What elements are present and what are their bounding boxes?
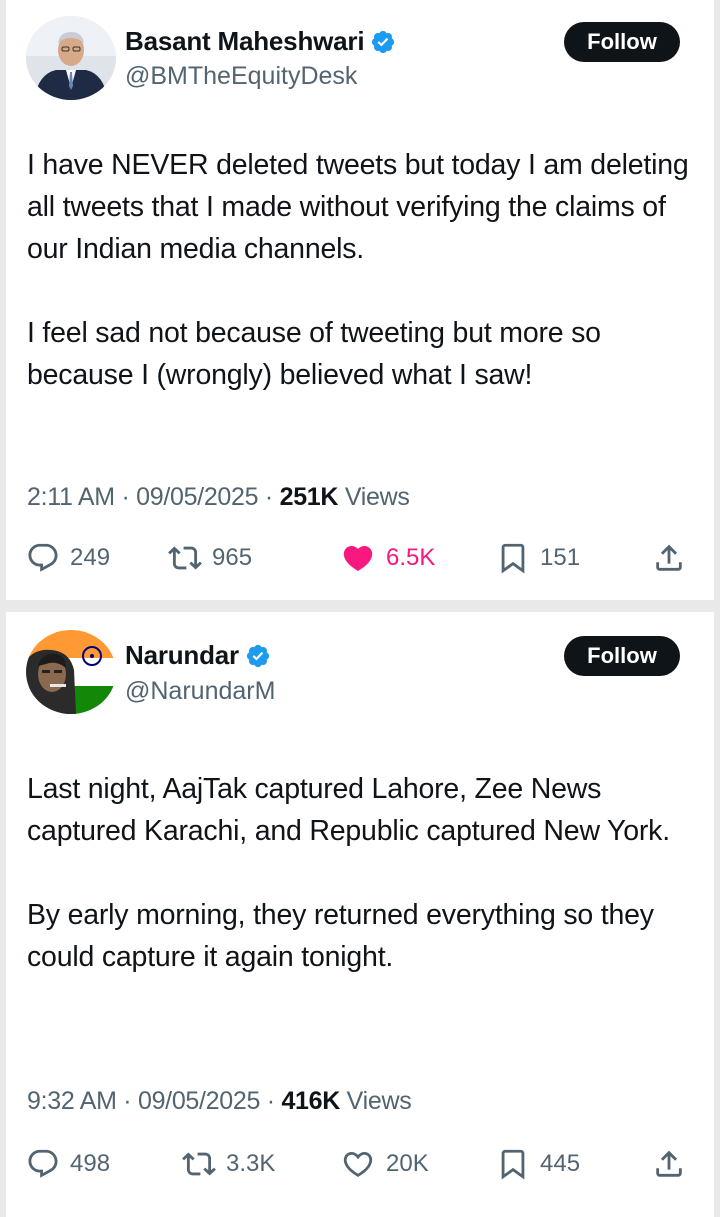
- meta-separator: ·: [121, 483, 130, 511]
- tweet-meta: 2:11 AM · 09/05/2025 · 251K Views: [27, 483, 410, 512]
- author-name[interactable]: Basant Maheshwari: [125, 26, 365, 57]
- share-icon: [652, 1147, 686, 1181]
- like-icon: [340, 541, 376, 575]
- retweet-button[interactable]: 3.3K: [182, 1142, 275, 1186]
- bookmark-button[interactable]: 445: [496, 1142, 580, 1186]
- tweet-text: I have NEVER deleted tweets but today I …: [27, 144, 707, 396]
- tweet-date[interactable]: 09/05/2025: [136, 483, 258, 511]
- retweet-count: 3.3K: [226, 1150, 276, 1177]
- like-count: 20K: [386, 1150, 429, 1177]
- author-row: Basant Maheshwari: [125, 26, 396, 57]
- tweet-meta: 9:32 AM · 09/05/2025 · 416K Views: [27, 1087, 412, 1116]
- meta-separator: ·: [266, 1087, 275, 1115]
- like-icon: [340, 1147, 376, 1181]
- author-row: Narundar: [125, 640, 271, 671]
- reply-button[interactable]: 249: [26, 536, 110, 580]
- tweet-date[interactable]: 09/05/2025: [138, 1087, 260, 1115]
- tweet-time[interactable]: 9:32 AM: [27, 1087, 117, 1115]
- bookmark-icon: [496, 541, 530, 575]
- avatar[interactable]: [26, 630, 116, 714]
- views-label: Views: [344, 483, 410, 511]
- avatar[interactable]: [26, 16, 116, 100]
- reply-icon: [26, 541, 60, 575]
- tweet-card: Narundar @NarundarM Follow Last night, A…: [6, 612, 714, 1217]
- reply-count: 249: [70, 544, 111, 571]
- tweet-paragraph: Last night, AajTak captured Lahore, Zee …: [27, 773, 670, 847]
- bookmark-count: 445: [540, 1150, 581, 1177]
- meta-separator: ·: [264, 483, 273, 511]
- author-name[interactable]: Narundar: [125, 640, 239, 671]
- tweet-paragraph: By early morning, they returned everythi…: [27, 899, 654, 973]
- reply-button[interactable]: 498: [26, 1142, 110, 1186]
- retweet-icon: [168, 541, 202, 575]
- share-button[interactable]: [652, 1142, 686, 1186]
- like-count: 6.5K: [386, 544, 436, 571]
- like-button[interactable]: 6.5K: [340, 536, 435, 580]
- share-icon: [652, 541, 686, 575]
- retweet-icon: [182, 1147, 216, 1181]
- bookmark-button[interactable]: 151: [496, 536, 580, 580]
- verified-badge-icon: [370, 29, 396, 55]
- bookmark-count: 151: [540, 544, 581, 571]
- tweet-paragraph: I feel sad not because of tweeting but m…: [27, 317, 601, 391]
- views-count: 416K: [281, 1087, 341, 1115]
- tweet-paragraph: I have NEVER deleted tweets but today I …: [27, 149, 689, 265]
- author-handle[interactable]: @BMTheEquityDesk: [125, 62, 357, 91]
- like-button[interactable]: 20K: [340, 1142, 429, 1186]
- bookmark-icon: [496, 1147, 530, 1181]
- verified-badge-icon: [245, 643, 271, 669]
- reply-icon: [26, 1147, 60, 1181]
- retweet-button[interactable]: 965: [168, 536, 252, 580]
- follow-button[interactable]: Follow: [564, 22, 680, 62]
- reply-count: 498: [70, 1150, 111, 1177]
- action-bar: 249 965 6.5K 151: [6, 536, 714, 580]
- action-bar: 498 3.3K 20K 445: [6, 1142, 714, 1186]
- tweet-card: Basant Maheshwari @BMTheEquityDesk Follo…: [6, 0, 714, 600]
- meta-separator: ·: [123, 1087, 132, 1115]
- author-handle[interactable]: @NarundarM: [125, 677, 275, 706]
- tweet-text: Last night, AajTak captured Lahore, Zee …: [27, 768, 707, 978]
- tweet-time[interactable]: 2:11 AM: [27, 483, 115, 511]
- views-count: 251K: [279, 483, 339, 511]
- retweet-count: 965: [212, 544, 253, 571]
- views-label: Views: [346, 1087, 412, 1115]
- follow-button[interactable]: Follow: [564, 636, 680, 676]
- share-button[interactable]: [652, 536, 686, 580]
